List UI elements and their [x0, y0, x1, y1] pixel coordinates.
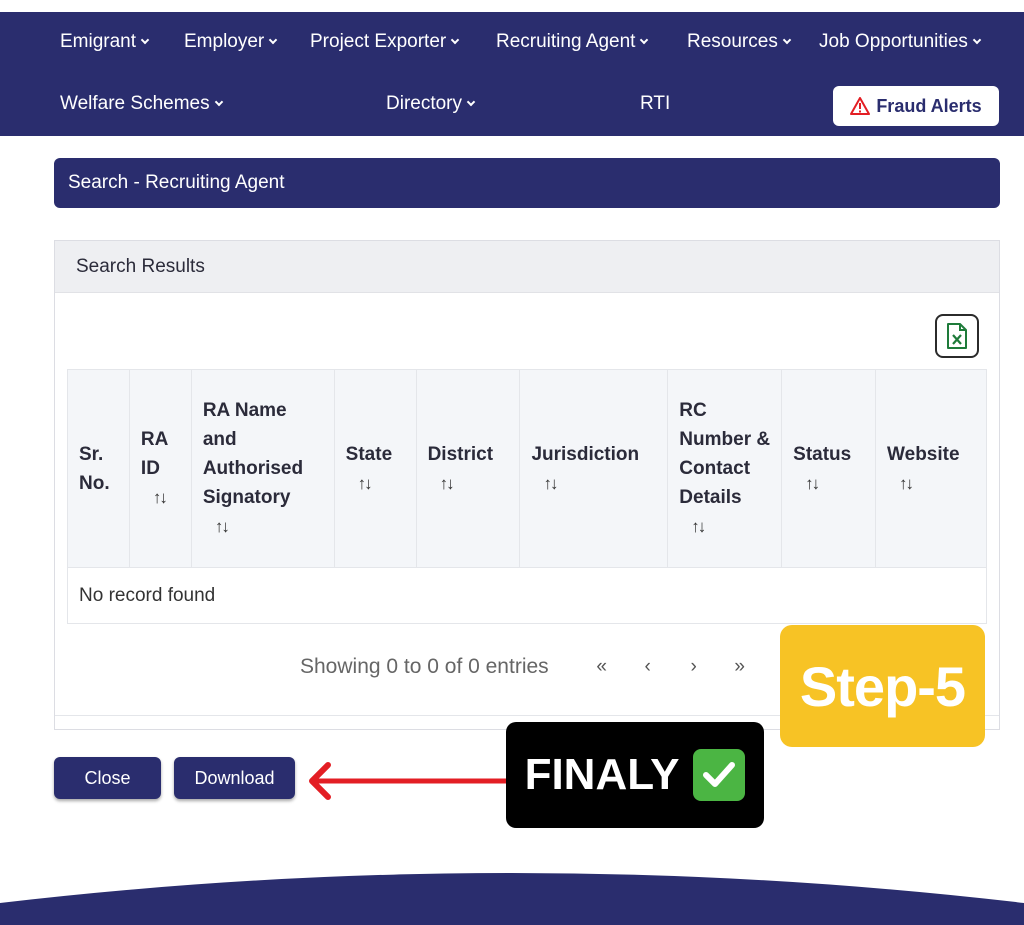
col-website[interactable]: Website ↑↓	[875, 369, 987, 568]
nav-item-employer[interactable]: Employer	[184, 12, 278, 72]
red-arrow-icon	[309, 762, 512, 800]
col-rc-number[interactable]: RC Number & Contact Details ↑↓	[667, 369, 783, 568]
first-page-button[interactable]: «	[579, 656, 625, 678]
panel-title: Search Results	[76, 255, 205, 277]
table-row: No record found	[67, 567, 987, 624]
nav-item-rti[interactable]: RTI	[640, 74, 670, 134]
sort-icon[interactable]: ↑↓	[141, 483, 180, 512]
col-sr-no: Sr. No.	[67, 369, 130, 568]
excel-file-icon	[947, 323, 967, 349]
nav-item-project-exporter[interactable]: Project Exporter	[310, 12, 460, 72]
col-label: State	[345, 443, 393, 465]
warning-icon	[850, 97, 871, 115]
col-label: RA ID	[140, 429, 168, 479]
col-label: RC Number & Contact Details	[679, 400, 771, 508]
nav-item-resources[interactable]: Resources	[687, 12, 792, 72]
col-label: Sr. No.	[79, 443, 110, 494]
col-label: Status	[793, 443, 852, 465]
nav-label: RTI	[640, 93, 671, 114]
chevron-down-icon	[640, 35, 649, 45]
excel-export-button[interactable]	[935, 314, 979, 358]
fraud-alerts-button[interactable]: Fraud Alerts	[833, 86, 999, 126]
nav-label: Directory	[386, 93, 463, 114]
step-badge: Step-5	[780, 625, 985, 747]
nav-item-directory[interactable]: Directory	[386, 74, 476, 134]
chevron-down-icon	[269, 35, 278, 45]
finaly-annotation: FINALY	[506, 722, 764, 828]
close-label: Close	[84, 767, 131, 788]
nav-item-job-opportunities[interactable]: Job Opportunities	[819, 12, 982, 72]
col-district[interactable]: District ↑↓	[415, 369, 521, 568]
pagination-info: Showing 0 to 0 of 0 entries	[300, 655, 549, 678]
pagination: Showing 0 to 0 of 0 entries « ‹ › »	[300, 655, 763, 679]
page-title: Search - Recruiting Agent	[68, 172, 285, 193]
col-status[interactable]: Status ↑↓	[781, 369, 877, 568]
step-label: Step-5	[799, 654, 966, 718]
sort-icon[interactable]: ↑↓	[531, 469, 656, 498]
panel-header: Search Results	[55, 241, 999, 293]
download-button[interactable]: Download	[174, 757, 295, 799]
col-label: RA Name and Authorised Signatory	[202, 400, 304, 508]
col-label: Jurisdiction	[531, 443, 640, 465]
nav-item-welfare-schemes[interactable]: Welfare Schemes	[60, 74, 223, 134]
results-table: Sr. No. RA ID ↑↓ RA Name and Authorised …	[67, 369, 987, 624]
close-button[interactable]: Close	[54, 757, 161, 799]
col-jurisdiction[interactable]: Jurisdiction ↑↓	[519, 369, 669, 568]
sort-icon[interactable]: ↑↓	[428, 469, 509, 498]
nav-label: Job Opportunities	[819, 31, 968, 52]
finaly-label: FINALY	[524, 750, 680, 799]
nav-label: Emigrant	[60, 31, 137, 52]
col-ra-name[interactable]: RA Name and Authorised Signatory ↑↓	[190, 369, 335, 568]
chevron-down-icon	[214, 97, 223, 107]
nav-item-emigrant[interactable]: Emigrant	[60, 12, 150, 72]
nav-label: Recruiting Agent	[496, 31, 636, 52]
fraud-alerts-label: Fraud Alerts	[876, 95, 982, 116]
col-label: Website	[887, 443, 960, 465]
sort-icon[interactable]: ↑↓	[346, 469, 405, 498]
check-mark-icon	[693, 749, 746, 801]
nav-item-recruiting-agent[interactable]: Recruiting Agent	[496, 12, 649, 72]
top-navbar: Emigrant Employer Project Exporter Recru…	[0, 12, 1024, 136]
chevron-down-icon	[140, 35, 150, 45]
footer-wave	[0, 873, 1024, 925]
chevron-down-icon	[782, 35, 792, 45]
nav-label: Resources	[687, 31, 778, 52]
empty-message: No record found	[67, 567, 987, 624]
nav-label: Project Exporter	[310, 31, 447, 52]
next-page-button[interactable]: ›	[671, 656, 717, 678]
sort-icon[interactable]: ↑↓	[679, 512, 770, 541]
last-page-button[interactable]: »	[717, 656, 763, 678]
col-state[interactable]: State ↑↓	[333, 369, 417, 568]
col-label: District	[427, 443, 494, 465]
sort-icon[interactable]: ↑↓	[793, 469, 864, 498]
page-title-bar: Search - Recruiting Agent	[54, 158, 1000, 208]
sort-icon[interactable]: ↑↓	[887, 469, 975, 498]
nav-label: Employer	[184, 31, 265, 52]
chevron-down-icon	[972, 35, 982, 45]
prev-page-button[interactable]: ‹	[625, 656, 671, 678]
nav-row-primary: Emigrant Employer Project Exporter Recru…	[0, 12, 1024, 72]
table-header-row: Sr. No. RA ID ↑↓ RA Name and Authorised …	[67, 369, 987, 568]
download-label: Download	[194, 767, 275, 788]
nav-label: Welfare Schemes	[60, 93, 210, 114]
sort-icon[interactable]: ↑↓	[203, 512, 323, 541]
chevron-down-icon	[450, 35, 460, 45]
chevron-down-icon	[466, 97, 476, 107]
col-ra-id[interactable]: RA ID ↑↓	[128, 369, 192, 568]
